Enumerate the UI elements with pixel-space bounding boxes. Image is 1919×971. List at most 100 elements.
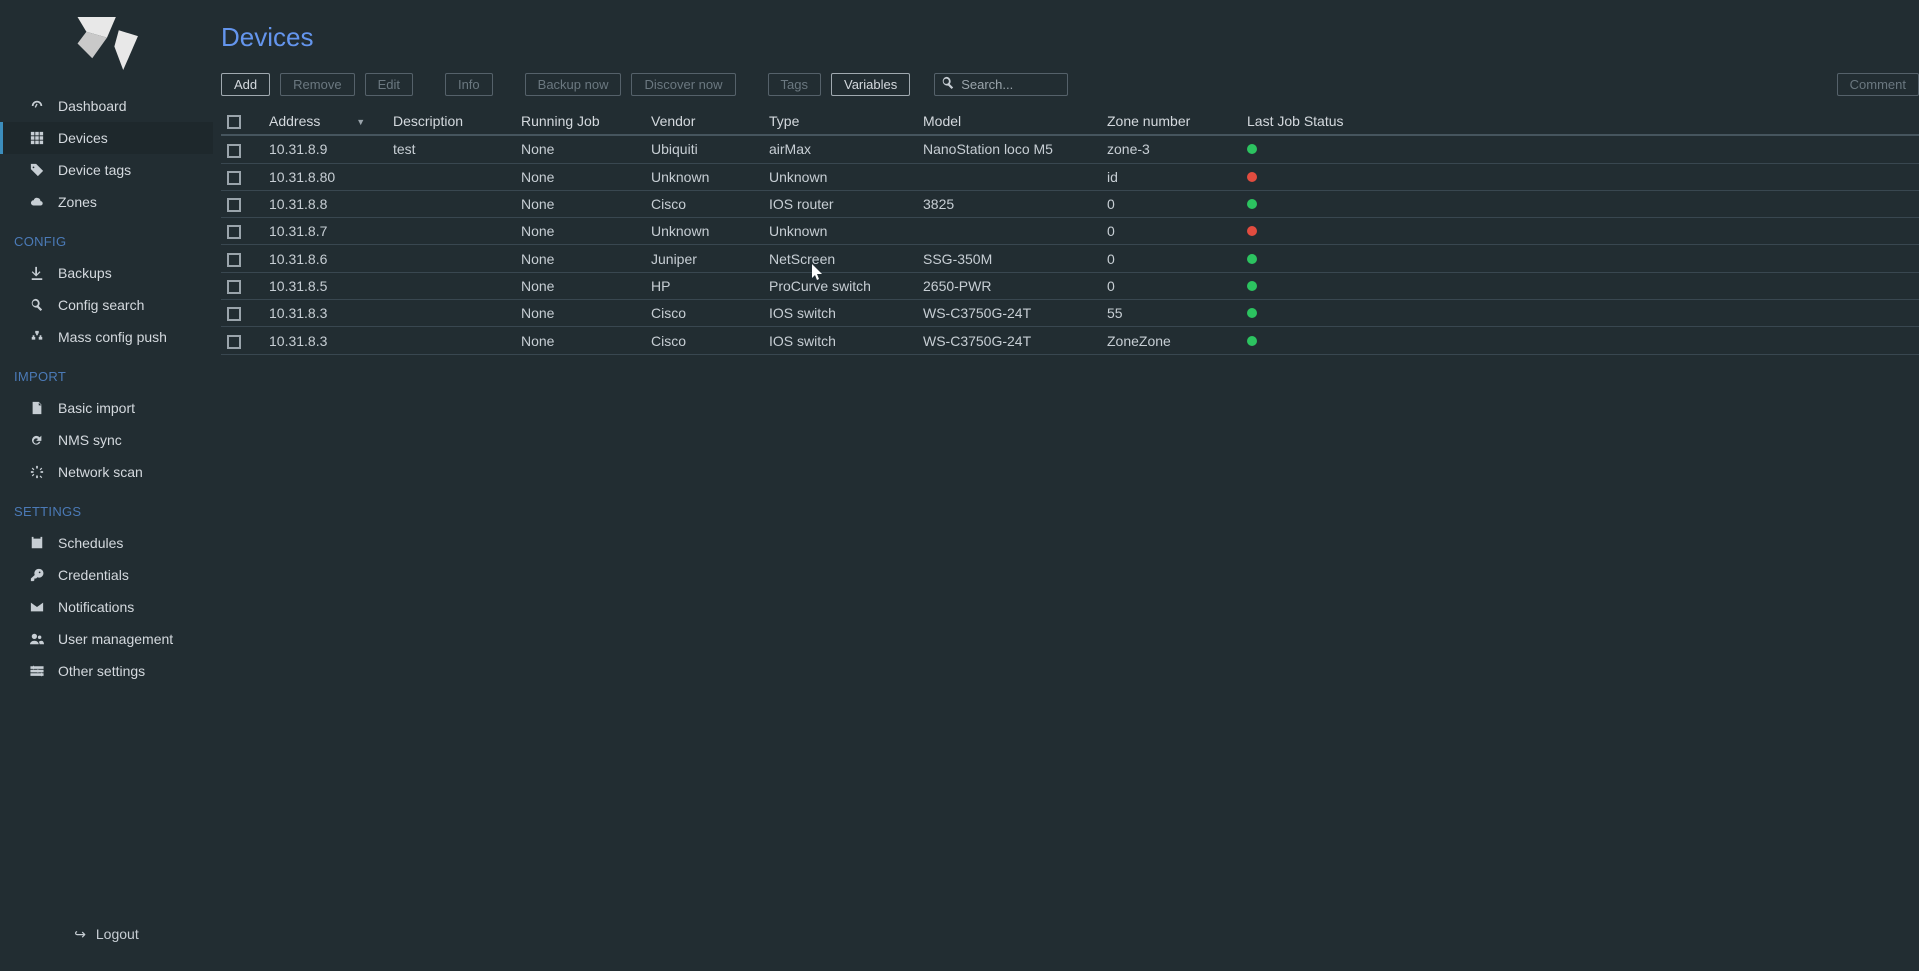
sidebar-item-dashboard[interactable]: Dashboard: [0, 90, 213, 122]
cell-status: [1241, 218, 1919, 245]
column-header-address[interactable]: Address ▼: [263, 108, 387, 135]
cell-description: [387, 218, 515, 245]
cell-zone: zone-3: [1101, 135, 1241, 163]
row-checkbox-cell[interactable]: [221, 135, 263, 163]
main-content: Devices Add Remove Edit Info Backup now …: [213, 0, 1919, 971]
add-button[interactable]: Add: [221, 73, 270, 96]
table-row[interactable]: 10.31.8.6NoneJuniperNetScreenSSG-350M0: [221, 245, 1919, 272]
checkbox-icon[interactable]: [227, 280, 241, 294]
column-header-model[interactable]: Model: [917, 108, 1101, 135]
column-header-description[interactable]: Description: [387, 108, 515, 135]
sidebar-item-basic-import[interactable]: Basic import: [0, 392, 213, 424]
sidebar-item-label: Schedules: [58, 535, 123, 551]
status-dot-icon: [1247, 144, 1257, 154]
cell-address: 10.31.8.80: [263, 163, 387, 190]
checkbox-icon[interactable]: [227, 144, 241, 158]
logout-button[interactable]: ↪ Logout: [0, 910, 213, 971]
sidebar-item-other-settings[interactable]: Other settings: [0, 655, 213, 687]
cell-zone: 55: [1101, 300, 1241, 327]
column-header-zone-number[interactable]: Zone number: [1101, 108, 1241, 135]
sort-desc-icon: ▼: [356, 117, 365, 127]
remove-button[interactable]: Remove: [280, 73, 354, 96]
sidebar-item-label: Credentials: [58, 567, 129, 583]
cell-model: 2650-PWR: [917, 272, 1101, 299]
backup-now-button[interactable]: Backup now: [525, 73, 622, 96]
table-row[interactable]: 10.31.8.80NoneUnknownUnknownid: [221, 163, 1919, 190]
sidebar-section-config: CONFIG: [0, 226, 213, 257]
row-checkbox-cell[interactable]: [221, 218, 263, 245]
sidebar-item-config-search[interactable]: Config search: [0, 289, 213, 321]
sidebar-item-notifications[interactable]: Notifications: [0, 591, 213, 623]
sidebar-item-devices[interactable]: Devices: [0, 122, 213, 154]
checkbox-icon[interactable]: [227, 171, 241, 185]
devices-table: Address ▼ Description Running Job Vendor…: [221, 108, 1919, 355]
table-row[interactable]: 10.31.8.9testNoneUbiquitiairMaxNanoStati…: [221, 135, 1919, 163]
row-checkbox-cell[interactable]: [221, 245, 263, 272]
row-checkbox-cell[interactable]: [221, 190, 263, 217]
sidebar-item-schedules[interactable]: Schedules: [0, 527, 213, 559]
cell-address: 10.31.8.9: [263, 135, 387, 163]
dashboard-icon: [28, 99, 46, 113]
comment-button[interactable]: Comment: [1837, 73, 1919, 96]
cell-vendor: HP: [645, 272, 763, 299]
checkbox-icon[interactable]: [227, 115, 241, 129]
sidebar-item-network-scan[interactable]: Network scan: [0, 456, 213, 488]
edit-button[interactable]: Edit: [365, 73, 413, 96]
variables-button[interactable]: Variables: [831, 73, 910, 96]
column-header-last-job-status[interactable]: Last Job Status: [1241, 108, 1919, 135]
checkbox-icon[interactable]: [227, 198, 241, 212]
cell-model: WS-C3750G-24T: [917, 327, 1101, 354]
sidebar-item-label: Basic import: [58, 400, 135, 416]
cell-zone: ZoneZone: [1101, 327, 1241, 354]
table-row[interactable]: 10.31.8.7NoneUnknownUnknown0: [221, 218, 1919, 245]
status-dot-icon: [1247, 254, 1257, 264]
info-button[interactable]: Info: [445, 73, 493, 96]
cell-model: [917, 218, 1101, 245]
table-row[interactable]: 10.31.8.8NoneCiscoIOS router38250: [221, 190, 1919, 217]
table-row[interactable]: 10.31.8.3NoneCiscoIOS switchWS-C3750G-24…: [221, 327, 1919, 354]
sitemap-icon: [28, 330, 46, 344]
app-logo: [0, 0, 213, 90]
cell-address: 10.31.8.5: [263, 272, 387, 299]
column-header-type[interactable]: Type: [763, 108, 917, 135]
key-icon: [28, 568, 46, 582]
cell-vendor: Ubiquiti: [645, 135, 763, 163]
row-checkbox-cell[interactable]: [221, 300, 263, 327]
sidebar: Dashboard Devices Device tags Zones CONF…: [0, 0, 213, 971]
cell-status: [1241, 327, 1919, 354]
table-row[interactable]: 10.31.8.3NoneCiscoIOS switchWS-C3750G-24…: [221, 300, 1919, 327]
row-checkbox-cell[interactable]: [221, 327, 263, 354]
search-icon: [28, 298, 46, 312]
column-header-checkbox[interactable]: [221, 108, 263, 135]
status-dot-icon: [1247, 308, 1257, 318]
checkbox-icon[interactable]: [227, 253, 241, 267]
tags-button[interactable]: Tags: [768, 73, 821, 96]
calendar-icon: [28, 536, 46, 550]
column-header-vendor[interactable]: Vendor: [645, 108, 763, 135]
cell-vendor: Juniper: [645, 245, 763, 272]
discover-now-button[interactable]: Discover now: [631, 73, 735, 96]
cell-description: [387, 300, 515, 327]
row-checkbox-cell[interactable]: [221, 163, 263, 190]
status-dot-icon: [1247, 281, 1257, 291]
sidebar-item-user-management[interactable]: User management: [0, 623, 213, 655]
cell-type: Unknown: [763, 163, 917, 190]
sidebar-item-credentials[interactable]: Credentials: [0, 559, 213, 591]
cell-description: [387, 190, 515, 217]
sidebar-item-nms-sync[interactable]: NMS sync: [0, 424, 213, 456]
table-row[interactable]: 10.31.8.5NoneHPProCurve switch2650-PWR0: [221, 272, 1919, 299]
search-input[interactable]: [961, 77, 1061, 92]
checkbox-icon[interactable]: [227, 307, 241, 321]
sidebar-item-label: Other settings: [58, 663, 145, 679]
sidebar-item-zones[interactable]: Zones: [0, 186, 213, 218]
sidebar-item-device-tags[interactable]: Device tags: [0, 154, 213, 186]
checkbox-icon[interactable]: [227, 225, 241, 239]
sidebar-item-mass-config-push[interactable]: Mass config push: [0, 321, 213, 353]
row-checkbox-cell[interactable]: [221, 272, 263, 299]
checkbox-icon[interactable]: [227, 335, 241, 349]
cell-type: Unknown: [763, 218, 917, 245]
cell-type: NetScreen: [763, 245, 917, 272]
column-header-running-job[interactable]: Running Job: [515, 108, 645, 135]
sidebar-item-backups[interactable]: Backups: [0, 257, 213, 289]
mail-icon: [28, 600, 46, 614]
